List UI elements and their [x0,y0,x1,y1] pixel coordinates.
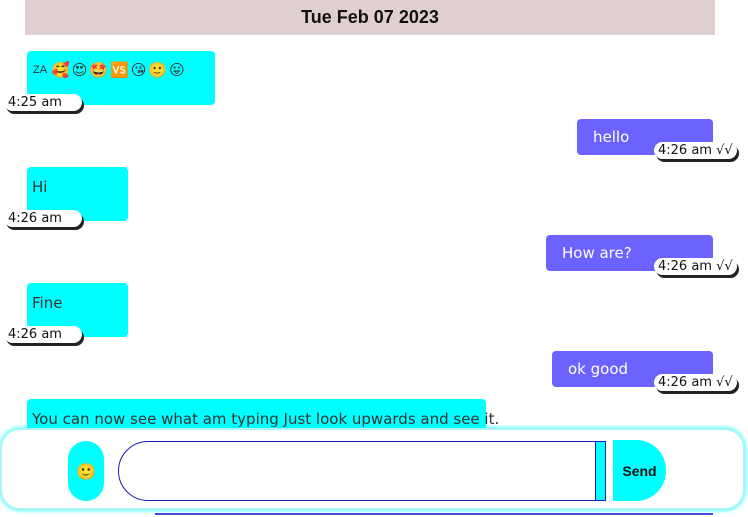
date-header: Tue Feb 07 2023 [25,0,715,35]
kissing-emoji-icon: 😘 [130,61,147,79]
message-time: 4:26 am √√ [654,258,737,275]
message-time: 4:26 am √√ [654,142,737,159]
footer-divider [155,513,713,515]
message-text: Fine [32,294,63,312]
heart-eyes-emoji-icon: 😍 [71,61,88,79]
message-prefix: ZA [33,64,48,76]
message-composer: 🙂 Send [0,428,745,510]
smiling-hearts-emoji-icon: 🥰 [51,61,70,79]
message-text: How are? [562,244,632,262]
slight-smile-emoji-icon: 🙂 [148,61,168,79]
message-text: You can now see what am typing Just look… [32,410,500,428]
message-time: 4:25 am [4,94,82,111]
send-button[interactable]: Send [613,440,666,501]
message-time: 4:26 am [4,210,82,227]
message-text: Hi [32,178,48,196]
message-time: 4:26 am √√ [654,374,737,391]
message-text: hello [593,128,630,146]
emoji-row: ZA 🥰 😍 🤩 🆚 😘 🙂 😛 [33,61,209,79]
tongue-out-emoji-icon: 😛 [169,61,185,79]
vs-emoji-icon: 🆚 [110,61,129,79]
message-time: 4:26 am [4,326,82,343]
message-input[interactable] [118,441,606,501]
star-struck-emoji-icon: 🤩 [89,61,109,79]
message-text: ok good [568,360,629,378]
smile-icon: 🙂 [76,461,96,481]
emoji-picker-button[interactable]: 🙂 [68,441,104,501]
input-scrollbar [595,441,606,501]
